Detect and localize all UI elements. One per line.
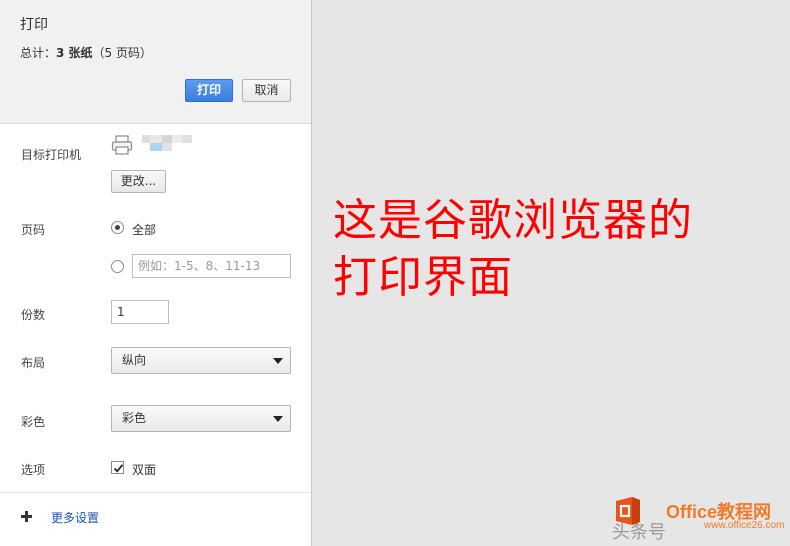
summary-page-count: （5 页码） — [92, 46, 152, 60]
annotation-line-1: 这是谷歌浏览器的 — [333, 195, 693, 246]
copies-label: 份数 — [21, 308, 46, 322]
print-settings-sidebar: 打印 总计：3 张纸（5 页码） 打印 取消 目标打印机 更改... 页码 全部… — [0, 0, 312, 546]
plus-icon[interactable] — [21, 511, 32, 522]
color-label: 彩色 — [21, 415, 46, 429]
pages-all-label: 全部 — [132, 223, 157, 237]
pages-custom-input[interactable] — [132, 254, 291, 278]
footer-divider — [0, 492, 311, 493]
annotation-text: 这是谷歌浏览器的 打印界面 — [333, 192, 693, 306]
cancel-button[interactable]: 取消 — [242, 79, 291, 102]
printer-name-redacted — [142, 135, 192, 151]
color-selected-value: 彩色 — [122, 411, 147, 425]
change-destination-button[interactable]: 更改... — [111, 170, 166, 193]
office-logo-icon — [616, 497, 640, 525]
print-header: 打印 总计：3 张纸（5 页码） 打印 取消 — [0, 0, 311, 124]
destination-label: 目标打印机 — [21, 148, 82, 162]
duplex-label: 双面 — [132, 463, 157, 477]
page-summary: 总计：3 张纸（5 页码） — [20, 44, 152, 61]
duplex-checkbox[interactable] — [111, 461, 124, 474]
dialog-title: 打印 — [20, 17, 48, 33]
chevron-down-icon — [273, 416, 283, 422]
pages-all-radio[interactable] — [111, 221, 124, 234]
color-select[interactable]: 彩色 — [111, 405, 291, 432]
layout-label: 布局 — [21, 356, 46, 370]
more-settings-link[interactable]: 更多设置 — [51, 509, 99, 526]
pages-label: 页码 — [21, 223, 46, 237]
pages-custom-radio[interactable] — [111, 260, 124, 273]
chevron-down-icon — [273, 358, 283, 364]
annotation-line-2: 打印界面 — [333, 252, 513, 303]
summary-prefix: 总计： — [20, 46, 57, 60]
options-label: 选项 — [21, 463, 46, 477]
print-button[interactable]: 打印 — [185, 79, 233, 102]
watermark-url: www.office26.com — [704, 520, 785, 531]
copies-input[interactable] — [111, 300, 169, 324]
printer-icon — [111, 135, 133, 155]
layout-select[interactable]: 纵向 — [111, 347, 291, 374]
checkmark-icon — [113, 464, 124, 473]
summary-sheet-count: 3 张纸 — [56, 46, 93, 60]
layout-selected-value: 纵向 — [122, 353, 147, 367]
